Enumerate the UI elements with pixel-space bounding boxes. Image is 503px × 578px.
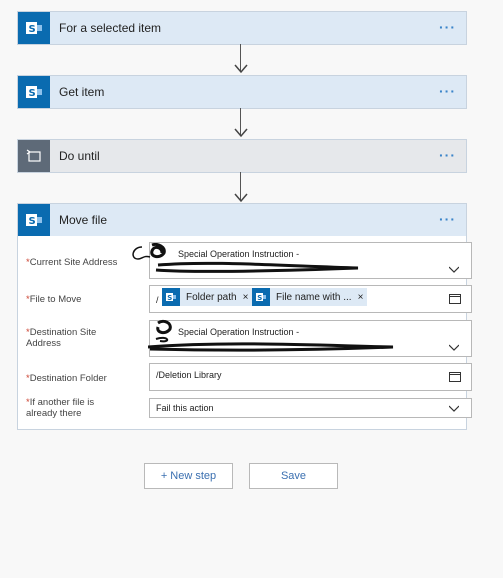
more-options-icon[interactable]: ···	[439, 20, 456, 34]
if-exists-dropdown[interactable]: Fail this action	[149, 398, 472, 418]
step-card-get-item[interactable]: S Get item ···	[17, 75, 467, 109]
save-button[interactable]: Save	[249, 463, 338, 489]
svg-text:S: S	[29, 216, 36, 227]
sharepoint-icon: S	[162, 288, 180, 306]
token-label: Folder path	[186, 291, 237, 303]
step-title: Move file	[59, 213, 108, 227]
step-header[interactable]: S For a selected item ···	[18, 12, 466, 44]
current-site-label: *Current Site Address	[26, 257, 118, 268]
connector-arrow	[234, 44, 248, 74]
destination-folder-label: *Destination Folder	[26, 373, 107, 384]
new-step-button[interactable]: + New step	[144, 463, 233, 489]
more-options-icon[interactable]: ···	[439, 148, 456, 162]
token-folder-path[interactable]: S Folder path ×	[162, 288, 253, 306]
svg-text:S: S	[29, 88, 36, 99]
step-card-move-file[interactable]: S Move file ··· *Current Site Address Sp…	[17, 203, 472, 430]
path-prefix: /	[156, 295, 159, 305]
if-exists-label: *If another file is already there	[26, 397, 95, 419]
more-options-icon[interactable]: ···	[439, 84, 456, 98]
svg-text:S: S	[257, 294, 262, 302]
sharepoint-icon: S	[18, 204, 50, 236]
sharepoint-icon: S	[252, 288, 270, 306]
step-title: Get item	[59, 85, 105, 99]
destination-site-dropdown[interactable]: Special Operation Instruction -	[148, 319, 472, 357]
svg-text:S: S	[29, 24, 36, 35]
chevron-down-icon[interactable]	[449, 404, 459, 414]
file-to-move-input[interactable]: / S Folder path × S File name with ... ×	[149, 285, 472, 313]
sharepoint-icon: S	[18, 76, 50, 108]
redaction-scribble	[132, 243, 359, 273]
remove-token-icon[interactable]: ×	[243, 292, 253, 303]
token-label: File name with ...	[276, 291, 352, 303]
chevron-down-icon[interactable]	[449, 343, 459, 353]
step-card-for-selected-item[interactable]: S For a selected item ···	[17, 11, 467, 45]
step-title: Do until	[59, 149, 100, 163]
folder-icon[interactable]	[449, 294, 461, 304]
step-card-do-until[interactable]: Do until ···	[17, 139, 467, 173]
step-title: For a selected item	[59, 21, 162, 35]
remove-token-icon[interactable]: ×	[358, 292, 368, 303]
destination-site-label: *Destination Site Address	[26, 327, 97, 349]
redaction-scribble	[148, 319, 394, 352]
sharepoint-icon: S	[18, 12, 50, 44]
current-site-dropdown[interactable]: Special Operation Instruction -	[132, 242, 472, 279]
step-header[interactable]: S Get item ···	[18, 76, 466, 108]
connector-arrow	[234, 108, 248, 138]
do-until-icon	[18, 140, 50, 172]
if-exists-value: Fail this action	[156, 403, 214, 413]
chevron-down-icon[interactable]	[449, 265, 459, 275]
step-header[interactable]: Do until ···	[18, 140, 466, 172]
svg-text:S: S	[167, 294, 172, 302]
folder-icon[interactable]	[449, 372, 461, 382]
destination-folder-value: /Deletion Library	[156, 370, 222, 380]
destination-folder-input[interactable]: /Deletion Library	[149, 363, 472, 391]
connector-arrow	[234, 172, 248, 203]
step-header[interactable]: S Move file ···	[18, 204, 466, 236]
file-to-move-label: *File to Move	[26, 294, 82, 305]
more-options-icon[interactable]: ···	[439, 212, 456, 226]
token-file-name[interactable]: S File name with ... ×	[252, 288, 368, 306]
